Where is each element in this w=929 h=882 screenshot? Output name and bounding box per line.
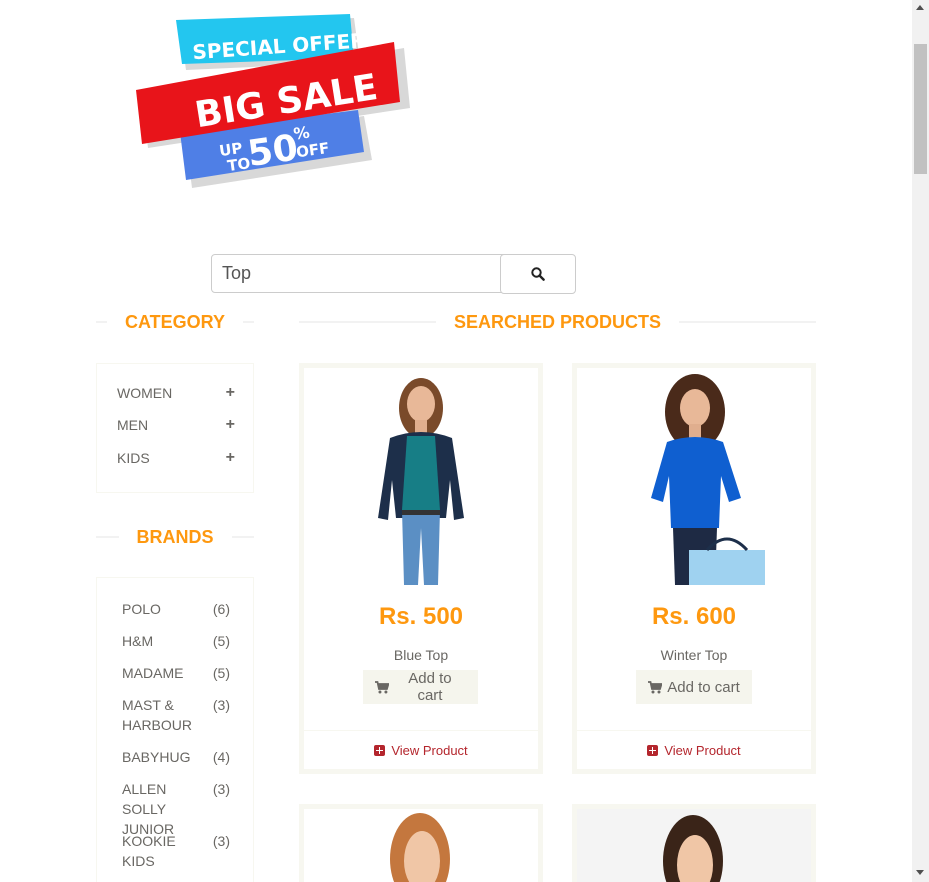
brand-count: (3) bbox=[212, 833, 230, 849]
plus-square-icon bbox=[647, 744, 659, 756]
brands-panel: Polo (6) H&M (5) Madame (5) Mast & Harbo… bbox=[96, 577, 254, 882]
brand-name[interactable]: Kookie Kids bbox=[122, 831, 204, 871]
brand-name[interactable]: Mast & Harbour bbox=[122, 695, 204, 735]
product-name: Blue Top bbox=[393, 647, 449, 663]
category-panel: Women + Men + Kids + bbox=[96, 363, 254, 493]
product-card bbox=[572, 804, 816, 882]
brand-count: (5) bbox=[212, 633, 230, 649]
scroll-down-arrow-icon[interactable] bbox=[916, 870, 924, 875]
scroll-thumb[interactable] bbox=[914, 44, 927, 174]
view-product-label: View Product bbox=[391, 742, 468, 758]
plus-icon[interactable]: + bbox=[226, 416, 235, 434]
view-product-label: View Product bbox=[664, 742, 741, 758]
product-price: Rs. 600 bbox=[651, 603, 737, 630]
brands-title: Brands bbox=[136, 526, 214, 547]
search-bar bbox=[211, 254, 576, 294]
category-item-kids[interactable]: Kids + bbox=[117, 448, 235, 468]
brand-item-madame[interactable]: Madame (5) bbox=[122, 663, 230, 683]
product-card-winter-top: Rs. 600 Winter Top Add to cart View Prod… bbox=[572, 363, 816, 774]
product-name: Winter Top bbox=[660, 647, 728, 663]
search-button[interactable] bbox=[500, 254, 576, 294]
brand-name[interactable]: Babyhug bbox=[122, 747, 204, 767]
product-card bbox=[299, 804, 543, 882]
brand-name[interactable]: H&M bbox=[122, 631, 204, 651]
add-to-cart-label: Add to cart bbox=[667, 678, 740, 696]
view-product-link[interactable]: View Product bbox=[577, 730, 811, 769]
category-heading: Category bbox=[96, 311, 255, 332]
brand-count: (6) bbox=[212, 601, 230, 617]
category-item-women[interactable]: Women + bbox=[117, 383, 235, 403]
page-scrollbar[interactable] bbox=[912, 0, 929, 882]
brand-item-polo[interactable]: Polo (6) bbox=[122, 599, 230, 619]
brand-name[interactable]: Allen Solly Junior bbox=[122, 779, 213, 839]
add-to-cart-label: Add to cart bbox=[408, 670, 452, 704]
product-image bbox=[577, 368, 811, 585]
brand-item-allen-solly-junior[interactable]: Allen Solly Junior (3) bbox=[122, 779, 230, 839]
scroll-up-arrow-icon[interactable] bbox=[916, 5, 924, 10]
brand-count: (3) bbox=[212, 781, 230, 797]
brand-count: (3) bbox=[212, 697, 230, 713]
product-image bbox=[304, 809, 538, 882]
shopping-cart-icon bbox=[648, 680, 663, 693]
plus-icon[interactable]: + bbox=[226, 449, 235, 467]
brand-item-kookie-kids[interactable]: Kookie Kids (3) bbox=[122, 831, 230, 871]
product-image bbox=[304, 368, 538, 585]
brands-heading: Brands bbox=[96, 526, 255, 547]
searched-products-heading: Searched Products bbox=[299, 312, 816, 332]
add-to-cart-button[interactable]: Add to cart bbox=[363, 670, 478, 704]
banner-percent-sign: % bbox=[292, 123, 311, 144]
category-label: Women bbox=[117, 385, 173, 401]
brand-name[interactable]: Polo bbox=[122, 599, 204, 619]
big-sale-banner: SPECIAL OFFER BIG SALE UP TO 50 % OFF bbox=[128, 12, 413, 192]
brand-count: (4) bbox=[212, 749, 230, 765]
search-input[interactable] bbox=[211, 254, 511, 293]
category-item-men[interactable]: Men + bbox=[117, 415, 235, 435]
plus-icon[interactable]: + bbox=[226, 384, 235, 402]
brand-count: (5) bbox=[212, 665, 230, 681]
sale-banner-graphic: SPECIAL OFFER BIG SALE UP TO 50 % OFF bbox=[136, 14, 410, 188]
category-title: Category bbox=[125, 311, 226, 332]
product-image bbox=[577, 809, 811, 882]
category-label: Men bbox=[117, 417, 149, 433]
search-icon bbox=[531, 267, 545, 281]
brand-item-hm[interactable]: H&M (5) bbox=[122, 631, 230, 651]
category-label: Kids bbox=[117, 450, 150, 466]
add-to-cart-button[interactable]: Add to cart bbox=[636, 670, 752, 704]
product-card-blue-top: Rs. 500 Blue Top Add to cart View Produc… bbox=[299, 363, 543, 774]
plus-square-icon bbox=[374, 744, 386, 756]
brand-item-mast-harbour[interactable]: Mast & Harbour (3) bbox=[122, 695, 230, 735]
view-product-link[interactable]: View Product bbox=[304, 730, 538, 769]
brand-item-babyhug[interactable]: Babyhug (4) bbox=[122, 747, 230, 767]
banner-percent-value: 50 bbox=[245, 127, 300, 175]
product-price: Rs. 500 bbox=[378, 603, 464, 630]
shopping-cart-icon bbox=[375, 680, 389, 693]
brand-name[interactable]: Madame bbox=[122, 663, 204, 683]
searched-products-title: Searched Products bbox=[453, 311, 662, 332]
